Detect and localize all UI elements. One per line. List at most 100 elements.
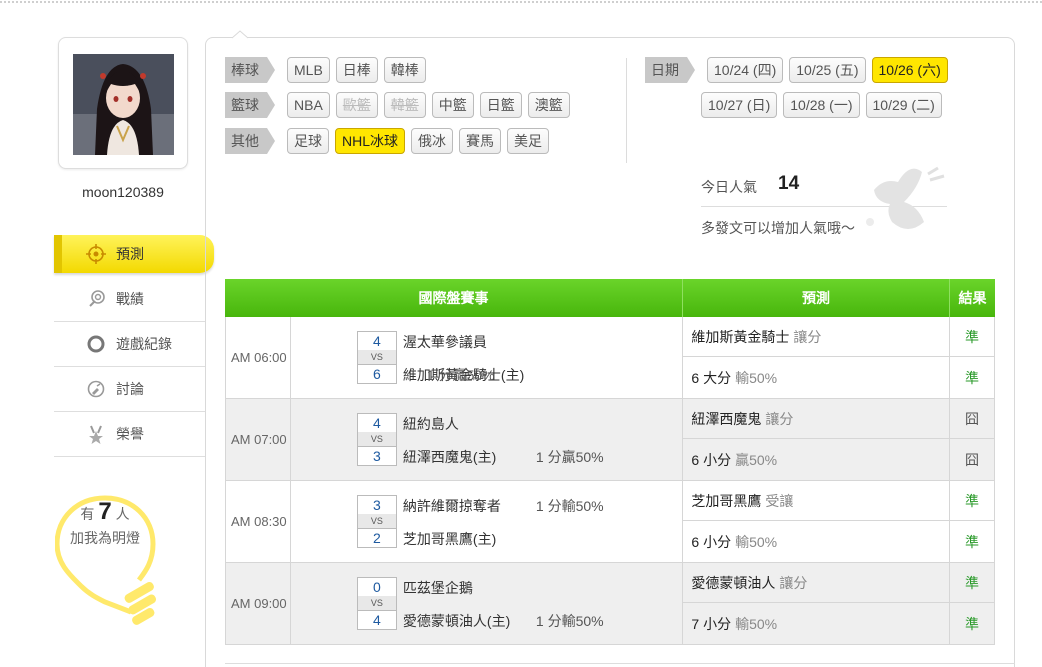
category-label-other: 其他 <box>225 128 275 154</box>
prediction-total: 6 小分 贏50% <box>683 439 949 480</box>
prediction-note: 輸50% <box>735 615 778 632</box>
prediction-team: 紐澤西魔鬼 <box>691 410 762 427</box>
table-row: AM 07:00 4 VS 3 紐約島人 紐澤西魔鬼(主) 1 分贏50% 紐澤… <box>225 399 995 481</box>
chat-icon <box>86 379 106 399</box>
away-team: 渥太華參議員 <box>402 334 487 350</box>
menu-item-prediction[interactable]: 預測 <box>54 235 214 273</box>
result-spread: 準 <box>950 317 994 357</box>
header-match: 國際盤賽事 <box>225 279 683 317</box>
fans-count-panel[interactable]: 有 7 人 加我為明燈 <box>55 498 155 548</box>
tag-jp-basketball[interactable]: 日籃 <box>479 92 522 118</box>
predictions: 愛德蒙頓油人 讓分 7 小分 輸50% <box>683 563 951 644</box>
date-tab[interactable]: 10/29 (二) <box>865 92 942 118</box>
prediction-spread: 愛德蒙頓油人 讓分 <box>683 563 950 603</box>
date-tab-selected[interactable]: 10/26 (六) <box>871 57 948 83</box>
date-tab[interactable]: 10/28 (一) <box>783 92 860 118</box>
prediction-total: 6 小分 輸50% <box>683 521 949 562</box>
medal-icon <box>86 424 106 444</box>
date-tab[interactable]: 10/24 (四) <box>707 57 784 83</box>
date-row-1: 日期 10/24 (四) 10/25 (五) 10/26 (六) <box>645 57 954 83</box>
result-spread: 準 <box>950 481 994 521</box>
username[interactable]: moon120389 <box>58 184 188 200</box>
tag-kr-basketball: 韓籃 <box>383 92 426 118</box>
avatar[interactable] <box>73 54 174 155</box>
tag-horse-racing[interactable]: 賽馬 <box>459 128 502 154</box>
prediction-total-value: 6 小分 <box>691 451 732 468</box>
match-time: AM 08:30 <box>226 481 291 562</box>
category-label-basketball: 籃球 <box>225 92 275 118</box>
home-team: 芝加哥黑鷹(主) <box>402 531 497 547</box>
filter-row-baseball: 棒球 MLB 日棒 韓棒 <box>225 57 432 83</box>
prediction-note: 讓分 <box>765 410 794 427</box>
panel-notch <box>232 30 248 39</box>
table-row: AM 09:00 0 VS 4 匹茲堡企鵝 愛德蒙頓油人(主) 1 分輸50% … <box>225 563 995 645</box>
prediction-team: 維加斯黃金騎士 <box>691 328 790 345</box>
away-score: 3 <box>356 495 397 515</box>
menu-label: 預測 <box>116 246 144 262</box>
results: 囧 囧 <box>950 399 995 480</box>
target-icon <box>86 244 106 264</box>
handicap: 1 分輸50% <box>535 613 604 629</box>
away-team: 紐約島人 <box>402 416 459 432</box>
side-menu: 預測 戰績 遊戲紀錄 討論 榮譽 <box>54 235 214 457</box>
prediction-note: 贏50% <box>735 451 778 468</box>
tag-nhl-hockey[interactable]: NHL冰球 <box>335 128 406 154</box>
match-teams: 4 VS 3 紐約島人 紐澤西魔鬼(主) 1 分贏50% <box>291 399 684 480</box>
menu-item-honor[interactable]: 榮譽 <box>54 412 206 457</box>
menu-item-record[interactable]: 戰績 <box>54 277 206 322</box>
menu-item-discussion[interactable]: 討論 <box>54 367 206 412</box>
tag-jp-baseball[interactable]: 日棒 <box>335 57 378 83</box>
prediction-total: 6 大分 輸50% <box>683 357 949 398</box>
result-total: 準 <box>965 533 980 550</box>
date-tab[interactable]: 10/25 (五) <box>789 57 866 83</box>
away-team: 納許維爾掠奪者 <box>402 498 501 514</box>
prediction-spread: 芝加哥黑鷹 受讓 <box>683 481 950 521</box>
fans-prefix: 有 <box>80 506 95 522</box>
swirl-icon <box>86 289 106 309</box>
predictions: 紐澤西魔鬼 讓分 6 小分 贏50% <box>683 399 951 480</box>
date-tab[interactable]: 10/27 (日) <box>701 92 778 118</box>
prediction-total-value: 6 小分 <box>691 533 732 550</box>
tag-american-football[interactable]: 美足 <box>507 128 550 154</box>
tag-cn-basketball[interactable]: 中籃 <box>431 92 474 118</box>
ring-icon <box>86 334 106 354</box>
match-teams: 3 VS 2 納許維爾掠奪者 芝加哥黑鷹(主) 1 分輸50% <box>291 481 684 562</box>
tag-nba[interactable]: NBA <box>287 92 330 118</box>
butterfly-decoration-icon <box>866 166 945 229</box>
table-header: 國際盤賽事 預測 結果 <box>225 279 995 317</box>
tag-eu-basketball: 歐籃 <box>335 92 378 118</box>
vs-label: VS <box>356 514 397 528</box>
vs-label: VS <box>356 432 397 446</box>
menu-label: 遊戲紀錄 <box>116 336 172 352</box>
header-result: 結果 <box>958 290 987 306</box>
fans-unit: 人 <box>115 506 130 522</box>
prediction-team: 愛德蒙頓油人 <box>691 574 776 591</box>
fans-suffix: 加我為明燈 <box>70 530 140 546</box>
home-score: 6 <box>356 364 397 384</box>
prediction-note: 讓分 <box>793 328 822 345</box>
date-row-2: 10/27 (日) 10/28 (一) 10/29 (二) <box>701 92 948 118</box>
popularity-hint: 多發文可以增加人氣哦～ <box>701 220 855 236</box>
predictions: 維加斯黃金騎士 讓分 6 大分 輸50% <box>683 317 951 398</box>
match-teams: 0 VS 4 匹茲堡企鵝 愛德蒙頓油人(主) 1 分輸50% <box>291 563 684 644</box>
handicap: 1 分贏50% <box>427 365 495 385</box>
tag-ru-hockey[interactable]: 俄冰 <box>411 128 454 154</box>
handicap: 1 分輸50% <box>535 498 604 514</box>
prediction-note: 讓分 <box>779 574 808 591</box>
result-total: 囧 <box>965 451 980 468</box>
tag-kr-baseball[interactable]: 韓棒 <box>383 57 426 83</box>
home-team: 愛德蒙頓油人(主) <box>402 613 511 629</box>
tag-mlb[interactable]: MLB <box>287 57 330 83</box>
menu-item-game-log[interactable]: 遊戲紀錄 <box>54 322 206 367</box>
category-label-baseball: 棒球 <box>225 57 275 83</box>
away-team: 匹茲堡企鵝 <box>402 580 473 596</box>
prediction-note: 輸50% <box>735 533 778 550</box>
match-time: AM 06:00 <box>226 317 291 398</box>
tag-au-basketball[interactable]: 澳籃 <box>527 92 570 118</box>
home-score: 3 <box>356 446 397 466</box>
result-total: 準 <box>965 369 980 386</box>
filter-row-basketball: 籃球 NBA 歐籃 韓籃 中籃 日籃 澳籃 <box>225 92 576 118</box>
menu-label: 討論 <box>116 381 144 397</box>
prediction-spread: 紐澤西魔鬼 讓分 <box>683 399 950 439</box>
tag-soccer[interactable]: 足球 <box>287 128 329 154</box>
